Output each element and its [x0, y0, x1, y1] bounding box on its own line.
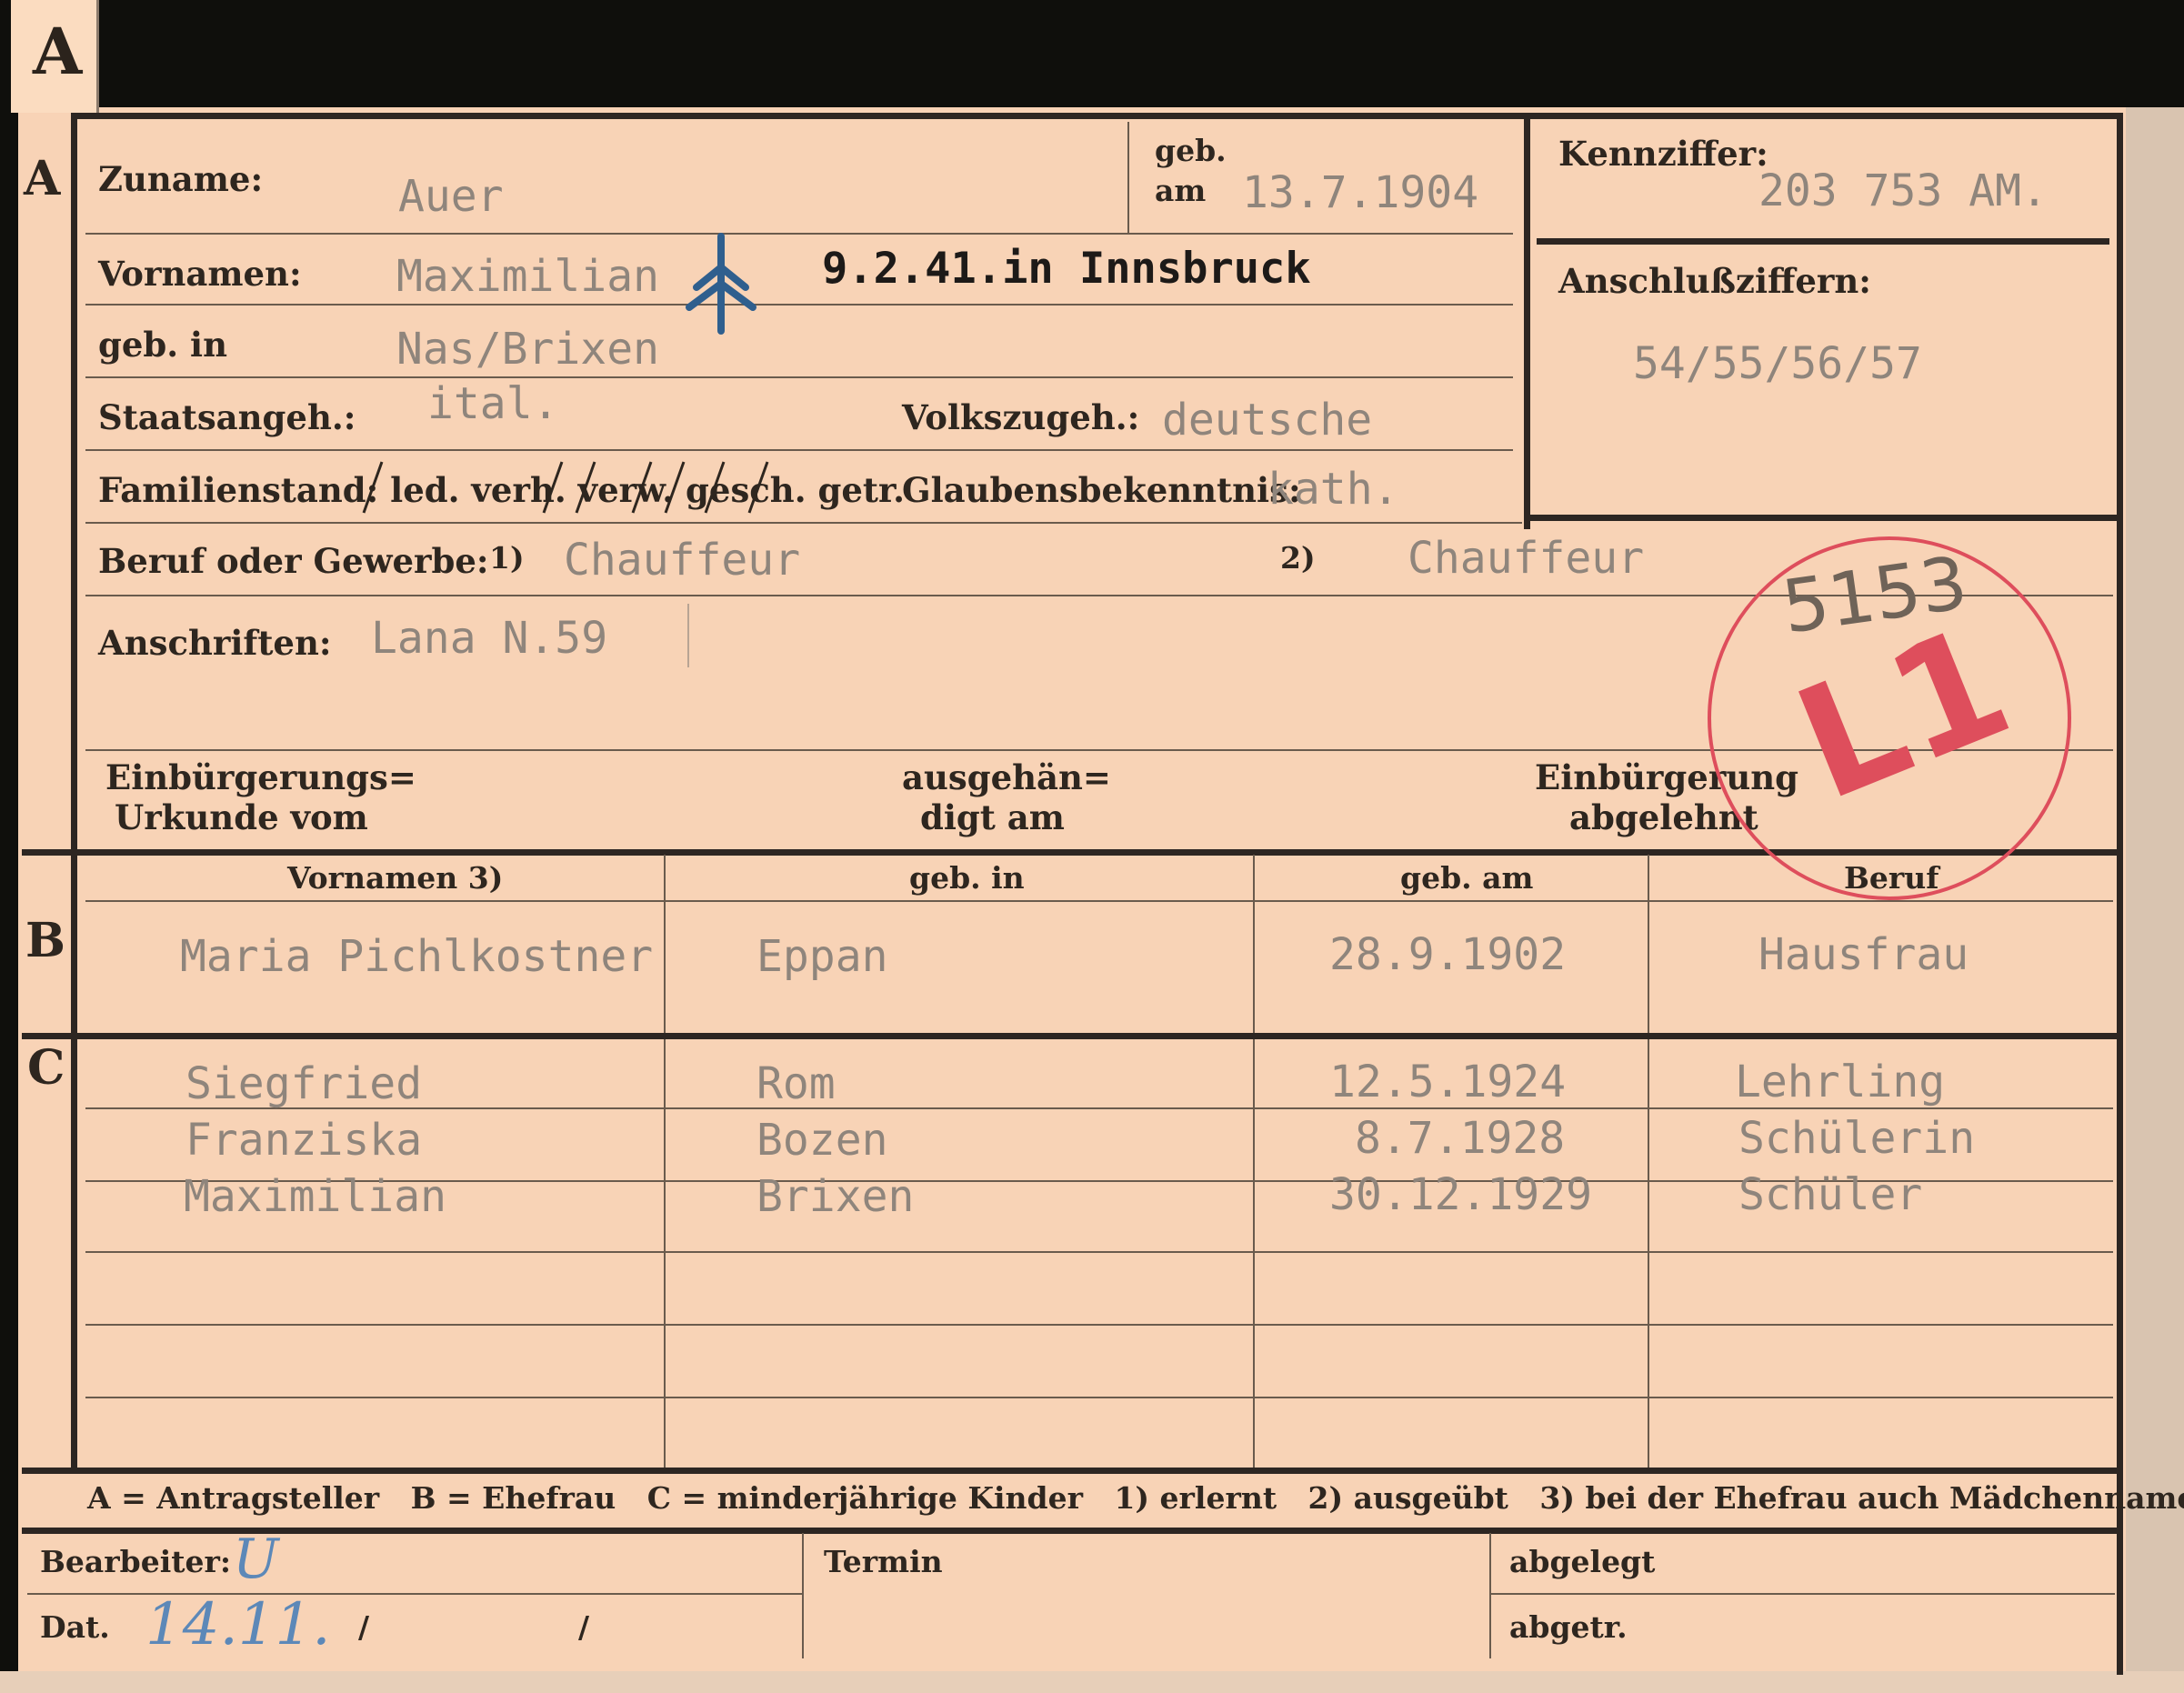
date-label: Dat.	[40, 1609, 110, 1645]
child-1-born-on: 12.5.1924	[1329, 1057, 1567, 1107]
wife-birthplace: Eppan	[756, 931, 888, 982]
row-line-4	[85, 449, 1513, 451]
kennziffer-value: 203 753 AM.	[1758, 165, 2048, 216]
ethnicity-value: deutsche	[1162, 395, 1373, 446]
kennziffer-label: Kennziffer:	[1558, 134, 1768, 174]
left-rule	[71, 116, 77, 1469]
child-1-occupation: Lehrling	[1735, 1057, 1946, 1107]
legend: A = Antragsteller B = Ehefrau C = minder…	[87, 1480, 2184, 1516]
processor-label: Bearbeiter:	[40, 1544, 232, 1579]
ref-box-left	[1524, 116, 1530, 529]
occupation-learned: Chauffeur	[564, 535, 801, 586]
top-rule	[71, 113, 2122, 119]
card-bottom-edge	[0, 1671, 2184, 1693]
card-edge	[2126, 107, 2184, 1693]
born-on-label-2: am	[1155, 173, 1207, 208]
row-line-5	[85, 522, 1522, 524]
child-1-birthplace: Rom	[756, 1058, 836, 1109]
birthplace-label: geb. in	[98, 325, 228, 365]
born-on-value: 13.7.1904	[1242, 167, 1479, 218]
occupation-mark-2: 2)	[1280, 540, 1316, 576]
right-rule	[2117, 113, 2123, 1675]
child-1-firstnames: Siegfried	[185, 1058, 423, 1109]
col-divider-2	[1253, 855, 1255, 1469]
occupation-label: Beruf oder Gewerbe:	[98, 541, 489, 581]
birthplace-value: Nas/Brixen	[396, 324, 659, 375]
address-label: Anschriften:	[98, 623, 332, 663]
surname-value: Auer	[398, 171, 504, 222]
child-line-5	[85, 1397, 2113, 1398]
filed-label: abgelegt	[1509, 1544, 1656, 1579]
address-value: Lana N.59	[371, 613, 608, 664]
index-tab-letter: A	[33, 14, 83, 89]
ref-box-bottom	[1524, 515, 2117, 521]
death-note: 9.2.41.in Innsbruck	[822, 244, 1311, 294]
processor-initial: U	[233, 1528, 279, 1591]
table-header-born-on: geb. am	[1400, 860, 1534, 896]
child-3-born-on: 30.12.1929	[1329, 1169, 1592, 1220]
table-header-birthplace: geb. in	[909, 860, 1025, 896]
occupation-mark-1: 1)	[489, 540, 525, 576]
child-3-occupation: Schüler	[1738, 1169, 1923, 1220]
footer-mid-line-left	[27, 1593, 802, 1595]
child-2-occupation: Schülerin	[1738, 1113, 1976, 1164]
occupation-practised: Chauffeur	[1408, 533, 1645, 584]
naturalization-label-1: Einbürgerungs=	[105, 757, 416, 797]
footer-divider-2	[1489, 1533, 1491, 1658]
footer-divider-1	[802, 1533, 804, 1658]
religion-label: Glaubensbekenntnis:	[902, 470, 1301, 510]
child-3-firstnames: Maximilian	[184, 1171, 446, 1222]
firstnames-value: Maximilian	[396, 251, 659, 302]
address-divider	[687, 604, 689, 667]
footer-mid-line-right	[1491, 1593, 2115, 1595]
col-divider-3	[1648, 855, 1649, 1469]
child-3-birthplace: Brixen	[756, 1171, 915, 1222]
anschluss-label: Anschlußziffern:	[1558, 261, 1871, 301]
child-2-birthplace: Bozen	[756, 1115, 888, 1166]
wife-born-on: 28.9.1902	[1329, 929, 1567, 980]
row-line-3	[85, 376, 1513, 378]
ethnicity-label: Volkszugeh.:	[902, 397, 1140, 437]
date-slash-1: /	[358, 1609, 370, 1645]
anschluss-value: 54/55/56/57	[1633, 338, 1922, 389]
ref-box-divider	[1537, 238, 2109, 245]
citizenship-value: ital.	[427, 378, 559, 429]
child-2-born-on: 8.7.1928	[1355, 1113, 1566, 1164]
table-header-firstnames: Vornamen 3)	[287, 860, 504, 896]
section-letter-c: C	[27, 1040, 65, 1096]
section-c-top-rule	[22, 1033, 2122, 1039]
surname-label: Zuname:	[98, 159, 264, 199]
date-value: 14.11.	[145, 1591, 331, 1658]
row-line-2	[85, 304, 1513, 306]
firstnames-label: Vornamen:	[98, 254, 302, 294]
col-divider-1	[664, 855, 666, 1469]
handed-label-2: digt am	[920, 797, 1065, 837]
wife-firstnames: Maria Pichlkostner	[180, 931, 654, 982]
section-letter-b: B	[25, 913, 65, 968]
child-2-firstnames: Franziska	[185, 1115, 423, 1166]
naturalization-label-2: Urkunde vom	[115, 797, 368, 837]
row-line-1	[85, 233, 1513, 235]
child-line-3	[85, 1251, 2113, 1253]
handed-label-1: ausgehän=	[902, 757, 1111, 797]
legend-top-rule	[22, 1468, 2122, 1474]
citizenship-label: Staatsangeh.:	[98, 397, 356, 437]
religion-value: kath.	[1267, 464, 1399, 515]
death-cross-icon	[686, 233, 756, 335]
section-letter-a: A	[24, 151, 61, 206]
born-on-label-1: geb.	[1155, 133, 1227, 168]
marital-strikes	[362, 461, 769, 514]
geb-divider	[1127, 122, 1129, 233]
wife-occupation: Hausfrau	[1758, 929, 1969, 980]
separated-label: abgetr.	[1509, 1609, 1628, 1645]
date-slash-2: /	[578, 1609, 590, 1645]
legend-bottom-rule	[22, 1528, 2122, 1534]
table-header-line	[85, 900, 2113, 902]
child-line-4	[85, 1324, 2113, 1326]
deadline-label: Termin	[824, 1544, 943, 1579]
